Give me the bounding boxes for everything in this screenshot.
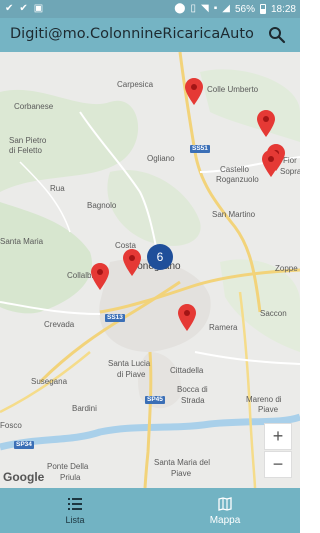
- road-shield: SP45: [145, 396, 165, 404]
- charging-station-marker[interactable]: [257, 110, 275, 137]
- location-icon: ⬤: [174, 3, 186, 14]
- place-label: Bardini: [72, 404, 97, 413]
- road-shield: SS13: [105, 314, 125, 322]
- place-label: Fior: [283, 156, 297, 165]
- place-label: di Feletto: [9, 146, 42, 155]
- place-label: Santa Maria del: [154, 458, 211, 467]
- clock: 18:28: [270, 3, 296, 15]
- search-icon[interactable]: [268, 26, 286, 44]
- place-label: Cittadella: [170, 366, 204, 375]
- place-label: Saccon: [260, 309, 287, 318]
- place-label: Priula: [60, 473, 81, 482]
- place-label: Bocca di: [177, 385, 208, 394]
- status-bar: ✔ ✔ ▣ ⬤ ▯ ◥ ▪ ◢ 56% 18:28: [0, 0, 300, 18]
- place-label: Zoppe: [275, 264, 298, 273]
- check-icon: ✔: [5, 3, 14, 14]
- charging-station-marker[interactable]: [185, 78, 203, 105]
- place-label: Fosco: [0, 421, 22, 430]
- place-label: Santa Lucia: [108, 359, 151, 368]
- image-icon: ▣: [33, 3, 44, 14]
- sim-icon: ▪: [213, 3, 218, 14]
- tab-label: Mappa: [209, 515, 241, 526]
- place-label: Strada: [181, 396, 205, 405]
- charging-station-marker[interactable]: [123, 249, 141, 276]
- vibrate-icon: ▯: [190, 3, 196, 14]
- marker-cluster[interactable]: 6: [147, 244, 173, 270]
- place-label: Piave: [171, 469, 192, 478]
- tab-mappa[interactable]: Mappa: [150, 488, 300, 533]
- map-view[interactable]: Carpesica Colle Umberto Corbanese San Pi…: [0, 52, 300, 488]
- place-label: Bagnolo: [87, 201, 117, 210]
- battery-percent: 56%: [234, 3, 255, 15]
- road-shield: SS51: [190, 145, 210, 153]
- place-label: Rua: [50, 184, 65, 193]
- place-label: Colle Umberto: [207, 85, 259, 94]
- zoom-in-button[interactable]: +: [264, 423, 292, 450]
- place-label: Piave: [258, 405, 279, 414]
- place-label: Roganzuolo: [216, 175, 259, 184]
- zoom-out-button[interactable]: −: [264, 451, 292, 478]
- place-label: San Pietro: [9, 136, 47, 145]
- check-icon: ✔: [19, 3, 28, 14]
- map-icon: [218, 497, 232, 511]
- wifi-icon: ◥: [201, 3, 209, 14]
- charging-station-marker[interactable]: [91, 263, 109, 290]
- charging-station-marker[interactable]: [262, 150, 280, 177]
- signal-icon: ◢: [222, 3, 230, 14]
- google-logo: Google: [3, 470, 45, 484]
- place-label: Mareno di: [246, 395, 282, 404]
- tab-label: Lista: [65, 515, 85, 525]
- place-label: Castello: [220, 165, 249, 174]
- place-label: Ponte Della: [47, 462, 89, 471]
- app-bar: Digiti@mo.ColonnineRicaricaAuto: [0, 18, 300, 52]
- place-label: Ramera: [209, 323, 238, 332]
- place-label: San Martino: [212, 210, 256, 219]
- place-label: di Piave: [117, 370, 146, 379]
- list-icon: [68, 498, 82, 510]
- place-label: Susegana: [31, 377, 68, 386]
- place-label: Santa Maria: [0, 237, 44, 246]
- place-label: Corbanese: [14, 102, 54, 111]
- app-title: Digiti@mo.ColonnineRicaricaAuto: [10, 26, 254, 42]
- bottom-nav: Lista Mappa: [0, 488, 300, 533]
- place-label: Carpesica: [117, 80, 154, 89]
- road-shield: SP34: [14, 441, 34, 449]
- place-label: Crevada: [44, 320, 75, 329]
- tab-lista[interactable]: Lista: [0, 488, 150, 533]
- battery-icon: [259, 4, 266, 14]
- charging-station-marker[interactable]: [178, 304, 196, 331]
- place-label: Ogliano: [147, 154, 175, 163]
